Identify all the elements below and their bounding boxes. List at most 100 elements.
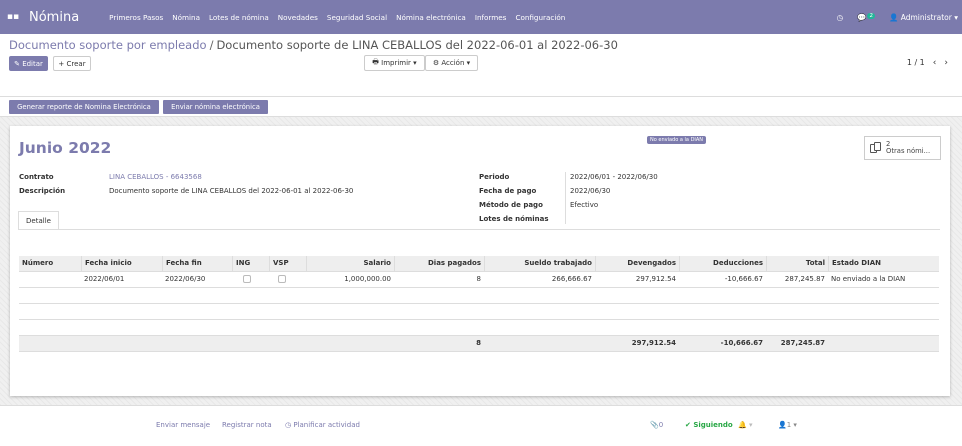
menu-novedades[interactable]: Novedades — [278, 13, 318, 22]
menu-nomina-electronica[interactable]: Nómina electrónica — [396, 13, 466, 22]
col-salario[interactable]: Salario — [306, 256, 394, 272]
col-vsp[interactable]: VSP — [269, 256, 306, 272]
cell-deducciones: -10,666.67 — [724, 275, 763, 283]
col-ing[interactable]: ING — [232, 256, 269, 272]
attachments-button[interactable]: 📎0 — [650, 421, 663, 429]
field-label-periodo: Periodo — [479, 173, 510, 181]
create-button[interactable]: + Crear — [53, 56, 91, 71]
field-value-contrato[interactable]: LINA CEBALLOS - 6643568 — [109, 173, 202, 181]
send-message-button[interactable]: Enviar mensaje — [156, 421, 210, 429]
pager-previous-icon[interactable]: ‹ — [933, 58, 937, 68]
field-label-descripcion: Descripción — [19, 187, 66, 195]
followers-button[interactable]: 👤1 ▾ — [778, 421, 797, 429]
pager-value[interactable]: 1 / 1 — [907, 58, 925, 68]
menu-nomina[interactable]: Nómina — [172, 13, 200, 22]
followers-count: 1 — [786, 421, 792, 429]
col-total[interactable]: Total — [766, 256, 828, 272]
form-statusbar: Generar reporte de Nomina Electrónica En… — [0, 97, 962, 117]
table-footer: 8 297,912.54 -10,666.67 287,245.87 — [19, 336, 939, 352]
cell-salario: 1,000,000.00 — [344, 275, 391, 283]
notification-bell-icon[interactable]: 🔔 ▾ — [738, 421, 752, 429]
navbar-systray: ◷ 💬 2 👤 Administrator ▾ — [837, 0, 958, 34]
cell-numero — [19, 272, 81, 288]
top-navbar: ▪▪ Nómina Primeros Pasos Nómina Lotes de… — [0, 0, 962, 34]
smart-button-label: Otras nómi... — [886, 147, 931, 155]
chat-button[interactable]: 💬 2 — [857, 12, 875, 22]
create-label: Crear — [66, 59, 86, 68]
send-electronic-payroll-button[interactable]: Enviar nómina electrónica — [163, 100, 268, 114]
paperclip-icon: 📎 — [650, 421, 659, 429]
form-sheet: No enviado a la DIAN 2 Otras nómi... Juni… — [10, 126, 950, 396]
cell-ing — [232, 272, 269, 288]
ing-checkbox[interactable] — [243, 275, 251, 283]
menu-seguridad-social[interactable]: Seguridad Social — [327, 13, 387, 22]
field-label-lotes-nominas: Lotes de nóminas — [479, 215, 549, 223]
footer-total: 287,245.87 — [780, 339, 825, 347]
footer-devengados: 297,912.54 — [631, 339, 676, 347]
pencil-icon: ✎ — [14, 59, 20, 68]
schedule-activity-label: Planificar actividad — [293, 421, 360, 429]
field-label-contrato: Contrato — [19, 173, 54, 181]
chatter: Enviar mensaje Registrar nota ◷ Planific… — [0, 405, 962, 446]
activity-clock-icon[interactable]: ◷ — [837, 13, 844, 22]
col-fecha-inicio[interactable]: Fecha inicio — [81, 256, 162, 272]
copy-icon — [870, 142, 882, 154]
table-row[interactable]: 2022/06/01 2022/06/30 1,000,000.00 8 266… — [19, 272, 939, 288]
tab-detalle[interactable]: Detalle — [18, 211, 59, 230]
col-numero[interactable]: Número — [19, 256, 81, 272]
other-payslips-smart-button[interactable]: 2 Otras nómi... — [864, 136, 941, 160]
form-view: Generar reporte de Nomina Electrónica En… — [0, 97, 962, 405]
cell-vsp — [269, 272, 306, 288]
schedule-activity-button[interactable]: ◷ Planificar actividad — [285, 421, 360, 429]
menu-lotes-nomina[interactable]: Lotes de nómina — [209, 13, 269, 22]
breadcrumb: Documento soporte por empleado / Documento… — [9, 38, 618, 52]
plus-icon: + — [58, 59, 65, 68]
menu-informes[interactable]: Informes — [475, 13, 507, 22]
status-badge: No enviado a la DIAN — [647, 136, 707, 144]
field-label-fecha-pago: Fecha de pago — [479, 187, 537, 195]
user-menu[interactable]: 👤 Administrator ▾ — [889, 13, 958, 22]
pager: 1 / 1 ‹ › — [907, 58, 948, 68]
check-icon: ✔ — [685, 421, 691, 429]
cell-estado-dian: No enviado a la DIAN — [831, 275, 906, 283]
col-deducciones[interactable]: Deducciones — [679, 256, 766, 272]
log-note-button[interactable]: Registrar nota — [222, 421, 272, 429]
cell-dias-pagados: 8 — [476, 275, 481, 283]
following-label: Siguiendo — [693, 421, 733, 429]
chat-bubble-icon: 💬 — [857, 12, 867, 22]
breadcrumb-parent[interactable]: Documento soporte por empleado — [9, 38, 207, 52]
cell-fecha-fin: 2022/06/30 — [165, 275, 206, 283]
gear-icon: ⚙ — [432, 59, 440, 67]
control-panel: Documento soporte por empleado / Documento… — [0, 34, 962, 97]
user-name: Administrator — [900, 12, 952, 22]
caret-down-icon: ▾ — [413, 59, 417, 67]
record-title: Junio 2022 — [19, 139, 112, 157]
edit-button[interactable]: ✎ Editar — [9, 56, 48, 71]
caret-down-icon: ▾ — [793, 421, 797, 429]
menu-primeros-pasos[interactable]: Primeros Pasos — [109, 13, 163, 22]
col-devengados[interactable]: Devengados — [595, 256, 679, 272]
field-value-fecha-pago: 2022/06/30 — [570, 187, 611, 195]
cell-devengados: 297,912.54 — [635, 275, 676, 283]
col-dias-pagados[interactable]: Dias pagados — [394, 256, 484, 272]
vsp-checkbox[interactable] — [278, 275, 286, 283]
field-separator — [565, 172, 566, 224]
edit-label: Editar — [22, 59, 43, 68]
col-sueldo-trabajado[interactable]: Sueldo trabajado — [484, 256, 595, 272]
generate-report-button[interactable]: Generar reporte de Nomina Electrónica — [9, 100, 159, 114]
apps-menu-icon[interactable]: ▪▪ — [3, 12, 23, 22]
pager-next-icon[interactable]: › — [944, 58, 948, 68]
tab-divider — [18, 229, 940, 230]
table-row-empty — [19, 288, 939, 304]
detail-table: Número Fecha inicio Fecha fin ING VSP Sa… — [19, 256, 939, 352]
menu-configuracion[interactable]: Configuración — [515, 13, 565, 22]
app-brand[interactable]: Nómina — [29, 10, 79, 25]
attachments-count: 0 — [658, 421, 664, 429]
table-header: Número Fecha inicio Fecha fin ING VSP Sa… — [19, 256, 939, 272]
print-dropdown[interactable]: 🖶 Imprimir ▾ — [364, 55, 425, 71]
printer-icon: 🖶 — [372, 57, 379, 66]
col-estado-dian[interactable]: Estado DIAN — [828, 256, 939, 272]
following-button[interactable]: ✔ Siguiendo — [685, 421, 733, 429]
action-dropdown[interactable]: ⚙ Acción ▾ — [425, 55, 478, 71]
col-fecha-fin[interactable]: Fecha fin — [162, 256, 232, 272]
